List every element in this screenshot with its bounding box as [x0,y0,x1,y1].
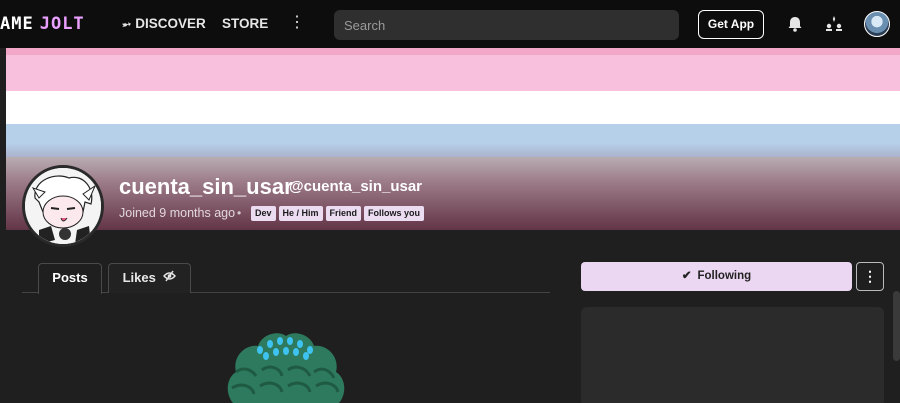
quests-icon[interactable] [823,13,845,35]
scrollbar[interactable] [893,291,900,361]
banner-stripe [6,91,900,124]
page: AMEJOLT ➶DISCOVER STORE ⋮ Get App [0,0,900,403]
banner-stripe [6,48,900,55]
get-app-button[interactable]: Get App [698,10,764,39]
check-icon: ✔ [681,270,692,282]
gamejolt-logo[interactable]: AME JOLT [0,14,85,34]
bell-icon[interactable] [784,13,806,35]
post-image[interactable] [222,326,350,403]
tab-likes[interactable]: Likes [108,263,191,293]
tag-friend: Friend [325,206,362,221]
tab-likes-label: Likes [122,270,156,285]
nav-discover[interactable]: ➶ DISCOVER [119,16,206,33]
following-button[interactable]: ✔ Following [581,262,852,291]
banner-stripe [6,55,900,91]
user-avatar[interactable] [864,11,890,37]
more-menu-icon[interactable]: ⋮ [289,13,305,33]
sidebar-card [581,307,884,403]
tag-pronouns: He / Him [278,206,323,221]
top-nav-bar: AMEJOLT ➶DISCOVER STORE ⋮ Get App [0,0,900,48]
nav-discover-label: DISCOVER [135,16,206,31]
search-input[interactable] [334,10,679,40]
eye-off-icon [163,265,177,293]
profile-more-button[interactable]: ⋮ [856,262,884,291]
logo-text-jolt: JOLT [39,14,85,34]
tab-posts[interactable]: Posts [38,263,102,294]
profile-banner [6,48,900,230]
joined-date: Joined 9 months ago [119,206,236,220]
separator-dot: • [237,206,242,220]
profile-display-name: cuenta_sin_usar [119,174,293,199]
discover-icon: ➶ [119,17,134,33]
tag-dev: Dev [251,206,276,221]
profile-avatar[interactable] [22,165,104,247]
profile-tags: Dev He / Him Friend Follows you [251,206,425,221]
following-label: Following [697,270,752,282]
nav-store[interactable]: STORE [222,16,268,31]
tag-follows-you: Follows you [364,206,425,221]
profile-handle: @cuenta_sin_usar [289,178,423,195]
logo-text-game: AME [0,14,34,34]
tab-posts-label: Posts [52,270,88,285]
